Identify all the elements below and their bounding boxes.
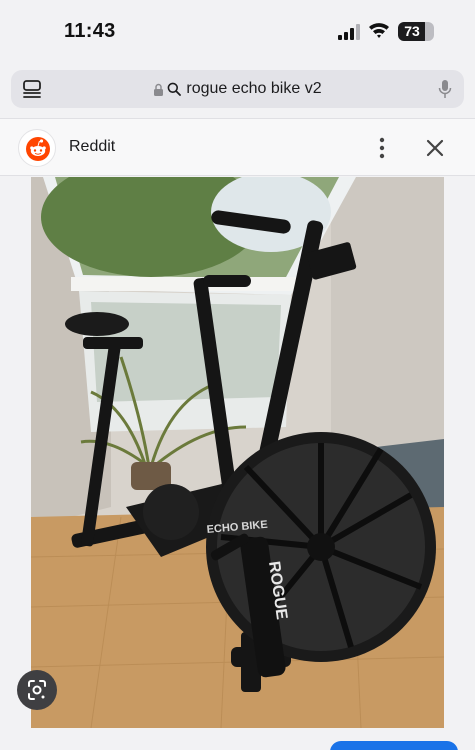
status-time: 11:43	[64, 20, 116, 42]
close-icon[interactable]	[424, 137, 446, 159]
source-banner[interactable]: Reddit	[0, 118, 475, 176]
lens-icon	[28, 680, 46, 700]
wifi-icon	[369, 23, 389, 38]
reddit-logo-icon	[18, 129, 56, 167]
source-title: Reddit	[69, 138, 116, 155]
visit-button[interactable]	[330, 741, 458, 750]
visual-search-button[interactable]	[17, 670, 57, 710]
bike-photo[interactable]: ROGUE ECHO BIKE	[31, 177, 444, 728]
lock-icon	[154, 83, 164, 96]
search-icon	[167, 82, 182, 96]
status-bar: 11:43 73	[0, 0, 475, 62]
more-options-icon[interactable]	[370, 133, 394, 163]
battery-percent: 73	[404, 23, 420, 39]
search-query-field[interactable]: rogue echo bike v2	[11, 70, 464, 108]
bike-photo-illustration: ROGUE ECHO BIKE	[31, 177, 444, 728]
microphone-icon[interactable]	[438, 79, 452, 99]
battery-icon: 73	[398, 22, 434, 41]
address-bar[interactable]: rogue echo bike v2	[11, 70, 464, 108]
cellular-signal-icon	[338, 24, 360, 40]
search-query-text: rogue echo bike v2	[186, 80, 322, 97]
